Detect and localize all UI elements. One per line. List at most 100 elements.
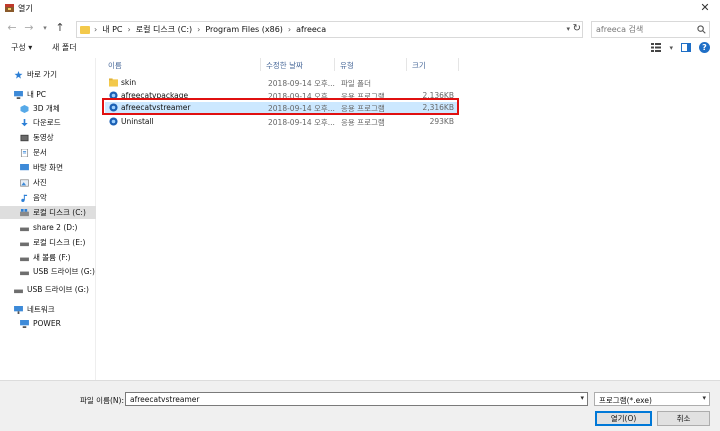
drive-icon — [14, 289, 23, 293]
new-folder-button[interactable]: 새 폴더 — [52, 42, 77, 53]
file-name: Uninstall — [121, 117, 154, 126]
sidebar-item-usb-g[interactable]: USB 드라이브 (G:) — [0, 265, 96, 278]
column-header-size[interactable]: 크기 — [412, 60, 426, 71]
sidebar-item-label: 음악 — [33, 193, 47, 202]
sidebar-item-label: 문서 — [33, 148, 47, 157]
desktop-icon — [20, 163, 29, 170]
filename-dropdown-icon[interactable]: ▾ — [580, 394, 584, 402]
cancel-button[interactable]: 취소 — [657, 411, 710, 426]
address-row: ← → ▾ ↑ › 내 PC › 로컬 디스크 (C:) › Program F… — [0, 16, 720, 40]
sidebar-item-network[interactable]: 네트워크 — [0, 303, 96, 316]
view-dropdown-icon[interactable]: ▾ — [669, 44, 673, 52]
column-header-type[interactable]: 유형 — [340, 60, 354, 71]
file-size: 293KB — [429, 117, 454, 126]
sidebar-item-label: share 2 (D:) — [33, 223, 78, 232]
sidebar-item-label: 네트워크 — [27, 305, 55, 314]
title-bar: 열기 ✕ — [0, 0, 720, 16]
sidebar-item-label: 동영상 — [33, 133, 54, 142]
sidebar-item-power[interactable]: POWER — [0, 317, 96, 330]
address-bar[interactable]: › 내 PC › 로컬 디스크 (C:) › Program Files (x8… — [76, 21, 583, 38]
sidebar-item-3d-objects[interactable]: 3D 개체 — [0, 102, 96, 115]
sidebar-item-label: 로컬 디스크 (E:) — [33, 238, 86, 247]
file-row-uninstall[interactable]: Uninstall 2018-09-14 오후... 응용 프로그램 293KB — [105, 116, 458, 128]
up-icon[interactable]: ↑ — [53, 20, 67, 36]
column-divider[interactable] — [406, 58, 407, 71]
drive-icon — [20, 242, 29, 246]
file-type: 파일 폴더 — [341, 79, 371, 88]
crumb-afreeca[interactable]: afreeca — [296, 25, 326, 34]
video-icon — [20, 134, 29, 141]
sidebar-item-label: USB 드라이브 (G:) — [33, 267, 95, 276]
search-box[interactable]: afreeca 검색 — [591, 21, 710, 38]
document-icon — [20, 148, 29, 157]
sidebar-item-music[interactable]: 음악 — [0, 191, 96, 204]
navigation-pane: 바로 가기 내 PC 3D 개체 다운로드 동영상 문서 바탕 화면 사진 음악… — [0, 58, 96, 380]
sidebar-item-videos[interactable]: 동영상 — [0, 131, 96, 144]
filename-input[interactable]: afreecatvstreamer ▾ — [125, 392, 588, 406]
file-row-skin[interactable]: skin 2018-09-14 오후... 파일 폴더 — [105, 77, 458, 89]
cube-icon — [20, 104, 29, 113]
sidebar-item-label: 내 PC — [27, 90, 47, 99]
crumb-program-files[interactable]: Program Files (x86) — [205, 25, 283, 34]
address-dropdown-icon[interactable]: ▾ — [566, 25, 570, 33]
filename-value: afreecatvstreamer — [130, 395, 200, 404]
filename-label: 파일 이름(N): — [80, 396, 124, 405]
sidebar-item-label: 새 볼륨 (F:) — [33, 253, 71, 262]
sidebar-item-usb-g-root[interactable]: USB 드라이브 (G:) — [0, 283, 96, 296]
app-icon — [109, 117, 118, 126]
sidebar-item-label: 바탕 화면 — [33, 163, 63, 172]
crumb-separator: › — [287, 25, 292, 34]
sidebar-item-share-d[interactable]: share 2 (D:) — [0, 221, 96, 234]
pc-icon — [20, 319, 29, 328]
drive-icon — [20, 208, 29, 216]
column-divider[interactable] — [260, 58, 261, 71]
command-bar: 구성 ▾ 새 폴더 ▾ ? — [0, 40, 720, 56]
sidebar-item-label: 바로 가기 — [27, 70, 57, 79]
sidebar-item-label: POWER — [33, 319, 61, 328]
network-icon — [14, 305, 23, 314]
column-header-date[interactable]: 수정한 날짜 — [266, 60, 303, 71]
view-options-icon[interactable] — [651, 43, 662, 52]
drive-icon — [20, 257, 29, 261]
search-input[interactable]: afreeca 검색 — [596, 24, 643, 35]
sidebar-item-quick-access[interactable]: 바로 가기 — [0, 68, 96, 81]
sidebar-item-label: 로컬 디스크 (C:) — [33, 208, 86, 217]
sidebar-item-label: USB 드라이브 (G:) — [27, 285, 89, 294]
preview-pane-icon[interactable] — [681, 43, 691, 52]
crumb-local-disk[interactable]: 로컬 디스크 (C:) — [136, 24, 192, 35]
filetype-dropdown-icon[interactable]: ▾ — [702, 394, 706, 402]
sidebar-item-this-pc[interactable]: 내 PC — [0, 88, 96, 101]
sidebar-item-documents[interactable]: 문서 — [0, 146, 96, 159]
star-icon — [14, 70, 23, 79]
open-button[interactable]: 열기(O) — [595, 411, 652, 426]
file-date: 2018-09-14 오후... — [268, 79, 335, 88]
footer-panel: 파일 이름(N): afreecatvstreamer ▾ 프로그램(*.exe… — [0, 380, 720, 431]
music-icon — [21, 194, 28, 202]
sidebar-item-desktop[interactable]: 바탕 화면 — [0, 161, 96, 174]
highlight-box — [102, 98, 459, 115]
column-divider[interactable] — [458, 58, 459, 71]
back-icon[interactable]: ← — [5, 20, 19, 36]
organize-button[interactable]: 구성 ▾ — [11, 42, 32, 53]
sidebar-item-downloads[interactable]: 다운로드 — [0, 116, 96, 129]
help-icon[interactable]: ? — [699, 42, 710, 53]
folder-icon — [109, 78, 118, 87]
file-name: skin — [121, 78, 137, 87]
pc-icon — [14, 90, 23, 99]
refresh-icon[interactable]: ↻ — [573, 23, 581, 34]
search-icon[interactable] — [697, 25, 706, 34]
forward-icon[interactable]: → — [22, 20, 36, 36]
crumb-separator: › — [94, 25, 98, 34]
filetype-select[interactable]: 프로그램(*.exe) ▾ — [594, 392, 710, 406]
sidebar-item-pictures[interactable]: 사진 — [0, 176, 96, 189]
recent-dropdown-icon[interactable]: ▾ — [38, 20, 52, 36]
sidebar-item-local-disk-e[interactable]: 로컬 디스크 (E:) — [0, 236, 96, 249]
crumb-this-pc[interactable]: 내 PC — [102, 24, 122, 35]
column-header-name[interactable]: 이름 — [108, 60, 122, 71]
sidebar-item-local-disk-c[interactable]: 로컬 디스크 (C:) — [0, 206, 96, 219]
view-controls: ▾ ? — [651, 42, 710, 53]
close-icon[interactable]: ✕ — [698, 1, 712, 15]
sidebar-item-label: 다운로드 — [33, 118, 61, 127]
sidebar-item-new-volume-f[interactable]: 새 볼륨 (F:) — [0, 251, 96, 264]
column-divider[interactable] — [334, 58, 335, 71]
